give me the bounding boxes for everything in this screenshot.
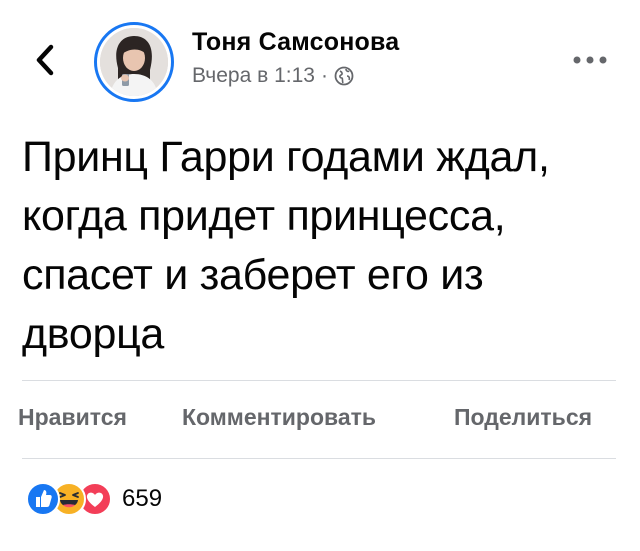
more-dots-icon xyxy=(573,56,607,64)
post-text: Принц Гарри годами ждал, когда придет пр… xyxy=(22,128,622,364)
back-button[interactable] xyxy=(30,40,60,80)
like-icon xyxy=(26,482,60,516)
comment-button[interactable]: Комментировать xyxy=(182,404,376,431)
reaction-count: 659 xyxy=(122,485,163,512)
reactions-summary[interactable]: 659 xyxy=(26,482,162,516)
author-name[interactable]: Тоня Самсонова xyxy=(192,28,399,57)
reaction-icons xyxy=(26,482,112,516)
post-line: когда придет принцесса, xyxy=(22,192,506,240)
post-meta: Вчера в 1:13 · xyxy=(192,64,354,88)
share-button[interactable]: Поделиться xyxy=(454,404,592,431)
post-timestamp[interactable]: Вчера в 1:13 xyxy=(192,64,315,88)
post-line: Принц Гарри годами ждал, xyxy=(22,133,550,181)
meta-separator: · xyxy=(321,64,328,87)
like-button[interactable]: Нравится xyxy=(18,404,127,431)
post-line: спасет и заберет его из xyxy=(22,251,484,299)
globe-icon[interactable] xyxy=(334,66,354,86)
more-options-button[interactable] xyxy=(568,50,612,70)
avatar[interactable] xyxy=(94,22,174,102)
chevron-left-icon xyxy=(36,44,54,76)
divider-top xyxy=(22,380,616,381)
post-line: дворца xyxy=(22,310,165,358)
divider-bottom xyxy=(22,458,616,459)
avatar-photo xyxy=(100,28,168,96)
